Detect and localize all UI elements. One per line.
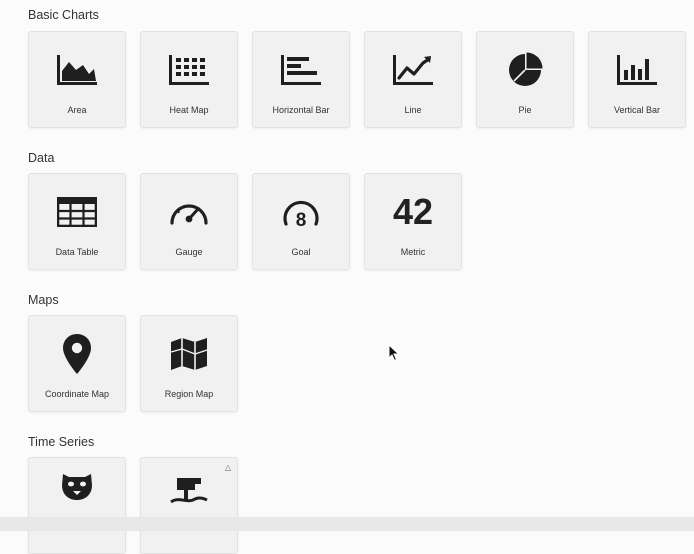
viz-tile-label: Pie bbox=[518, 105, 532, 115]
tsvb-icon bbox=[141, 472, 237, 504]
viz-tile-line[interactable]: Line bbox=[364, 31, 462, 128]
viz-tile-label: Region Map bbox=[164, 389, 214, 399]
mouse-cursor-icon bbox=[388, 343, 400, 367]
viz-tile-label: Line bbox=[404, 105, 422, 115]
viz-tile-label: Heat Map bbox=[169, 105, 209, 115]
section-title-time-series: Time Series bbox=[28, 435, 95, 449]
viz-tile-region-map[interactable]: Region Map bbox=[140, 315, 238, 412]
viz-tile-goal[interactable]: 8 Goal bbox=[252, 173, 350, 270]
horizontal-bar-icon bbox=[253, 52, 349, 88]
heat-map-icon bbox=[141, 52, 237, 88]
line-chart-icon bbox=[365, 52, 461, 88]
flask-icon: △ bbox=[224, 463, 231, 472]
viz-tile-label: Metric bbox=[400, 247, 426, 257]
viz-tile-data-table[interactable]: Data Table bbox=[28, 173, 126, 270]
viz-tile-metric[interactable]: 42 Metric bbox=[364, 173, 462, 270]
viz-tile-label: Vertical Bar bbox=[613, 105, 661, 115]
metric-icon: 42 bbox=[365, 194, 461, 230]
viz-tile-tsvb[interactable]: △ bbox=[140, 457, 238, 554]
section-title-basic-charts: Basic Charts bbox=[28, 8, 99, 22]
viz-tile-label: Area bbox=[67, 105, 87, 115]
viz-tile-area[interactable]: Area bbox=[28, 31, 126, 128]
map-pin-icon bbox=[29, 332, 125, 376]
section-title-maps: Maps bbox=[28, 293, 59, 307]
viz-tile-vertical-bar[interactable]: Vertical Bar bbox=[588, 31, 686, 128]
pie-chart-icon bbox=[477, 52, 573, 88]
viz-tile-pie[interactable]: Pie bbox=[476, 31, 574, 128]
viz-tile-label: Data Table bbox=[55, 247, 99, 257]
viz-tile-label: Horizontal Bar bbox=[272, 105, 330, 115]
section-title-data: Data bbox=[28, 151, 55, 165]
bottom-scroll-edge bbox=[0, 517, 694, 531]
goal-icon-value: 8 bbox=[296, 210, 307, 230]
vertical-bar-icon bbox=[589, 52, 685, 88]
timelion-icon bbox=[29, 470, 125, 502]
area-chart-icon bbox=[29, 52, 125, 88]
viz-tile-label: Goal bbox=[291, 247, 311, 257]
metric-icon-value: 42 bbox=[392, 191, 434, 232]
viz-tile-gauge[interactable]: Gauge bbox=[140, 173, 238, 270]
viz-tile-heat-map[interactable]: Heat Map bbox=[140, 31, 238, 128]
table-icon bbox=[29, 194, 125, 230]
viz-tile-label: Gauge bbox=[175, 247, 203, 257]
region-map-icon bbox=[141, 336, 237, 372]
viz-tile-timelion[interactable] bbox=[28, 457, 126, 554]
viz-tile-horizontal-bar[interactable]: Horizontal Bar bbox=[252, 31, 350, 128]
goal-icon: 8 bbox=[253, 194, 349, 230]
gauge-icon bbox=[141, 194, 237, 230]
viz-tile-coordinate-map[interactable]: Coordinate Map bbox=[28, 315, 126, 412]
viz-tile-label: Coordinate Map bbox=[44, 389, 110, 399]
